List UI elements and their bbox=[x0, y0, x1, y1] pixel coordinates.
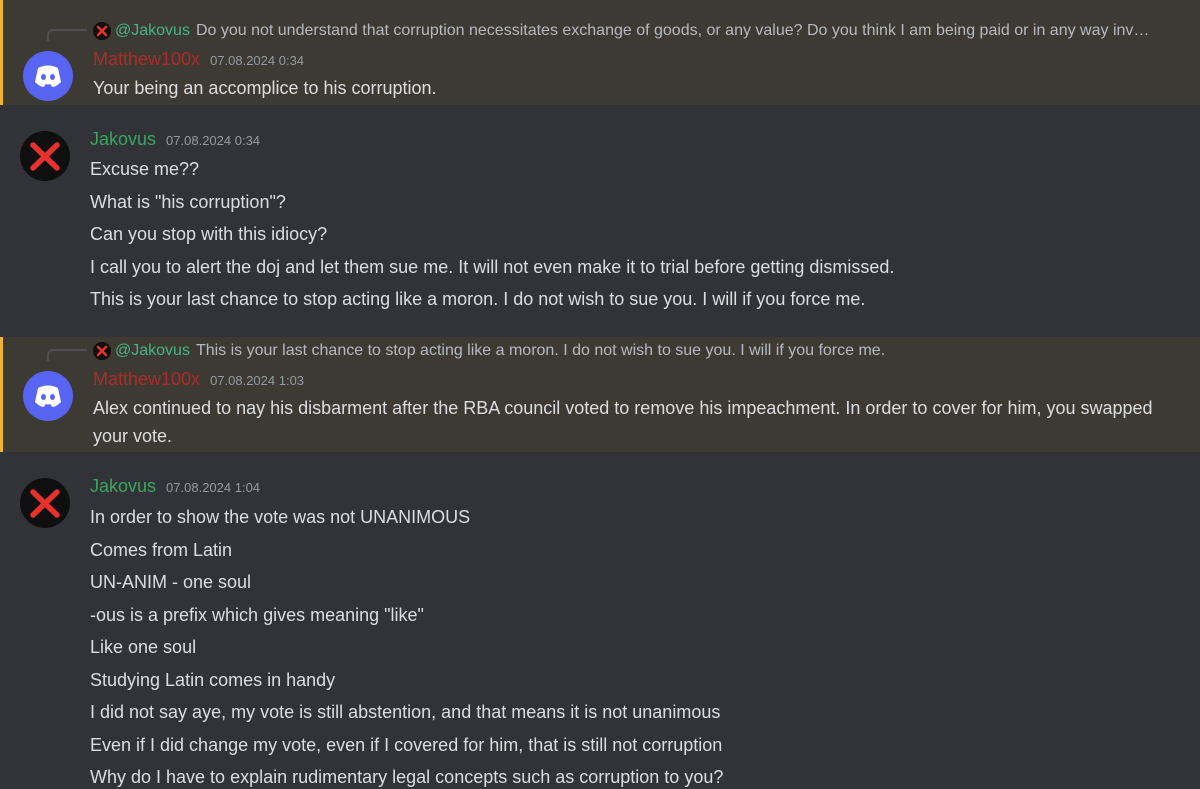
message-content: Your being an accomplice to his corrupti… bbox=[93, 72, 1160, 105]
message-text: Can you stop with this idiocy? bbox=[90, 224, 328, 244]
message-header: Matthew100x 07.08.2024 0:34 bbox=[93, 49, 304, 73]
avatar[interactable] bbox=[23, 51, 73, 101]
message-text: Why do I have to explain rudimentary leg… bbox=[90, 767, 724, 787]
message-group[interactable]: Jakovus 07.08.2024 0:34 Excuse me?? What… bbox=[0, 105, 1200, 337]
message-text: In order to show the vote was not UNANIM… bbox=[90, 507, 471, 527]
reply-text: This is your last chance to stop acting … bbox=[195, 342, 886, 359]
message-text: Your being an accomplice to his corrupti… bbox=[93, 78, 437, 98]
reply-author[interactable]: @Jakovus bbox=[115, 22, 190, 40]
reply-connector bbox=[47, 29, 87, 41]
message-text: What is "his corruption"? bbox=[90, 191, 286, 212]
username[interactable]: Matthew100x bbox=[93, 369, 200, 390]
message-group[interactable]: @Jakovus Do you not understand that corr… bbox=[0, 0, 1200, 105]
message-content: In order to show the vote was not UNANIM… bbox=[90, 501, 1160, 789]
message-group[interactable]: Jakovus 07.08.2024 1:04 In order to show… bbox=[0, 452, 1200, 789]
message-header: Matthew100x 07.08.2024 1:03 bbox=[93, 369, 304, 393]
message-text: This is your last chance to stop acting … bbox=[90, 289, 866, 309]
reply-connector bbox=[47, 349, 87, 361]
timestamp[interactable]: 07.08.2024 0:34 bbox=[166, 133, 260, 148]
red-x-icon bbox=[93, 342, 111, 360]
message-text: UN-ANIM - one soul bbox=[90, 572, 252, 592]
discord-logo-icon bbox=[35, 65, 61, 87]
red-x-icon bbox=[93, 22, 111, 40]
message-text: I call you to alert the doj and let them… bbox=[90, 256, 895, 277]
reply-reference[interactable]: @Jakovus Do you not understand that corr… bbox=[93, 21, 1150, 41]
timestamp[interactable]: 07.08.2024 0:34 bbox=[210, 53, 304, 68]
message-text: Comes from Latin bbox=[90, 539, 233, 560]
timestamp[interactable]: 07.08.2024 1:03 bbox=[210, 373, 304, 388]
message-text: I did not say aye, my vote is still abst… bbox=[90, 702, 721, 722]
username[interactable]: Jakovus bbox=[90, 129, 156, 150]
chat-message-list: @Jakovus Do you not understand that corr… bbox=[0, 0, 1200, 789]
red-x-icon bbox=[30, 142, 60, 171]
red-x-icon bbox=[30, 489, 60, 518]
message-text: Alex continued to nay his disbarment aft… bbox=[93, 398, 1153, 446]
message-content: Excuse me?? What is "his corruption"? Ca… bbox=[90, 153, 1160, 316]
avatar[interactable] bbox=[23, 371, 73, 421]
message-content: Alex continued to nay his disbarment aft… bbox=[93, 394, 1160, 450]
avatar[interactable] bbox=[20, 478, 70, 528]
message-text: Excuse me?? bbox=[90, 159, 200, 179]
reply-text: Do you not understand that corruption ne… bbox=[195, 22, 1150, 39]
message-group[interactable]: @Jakovus This is your last chance to sto… bbox=[0, 337, 1200, 452]
reply-reference[interactable]: @Jakovus This is your last chance to sto… bbox=[93, 341, 1150, 361]
username[interactable]: Matthew100x bbox=[93, 49, 200, 70]
message-text: -ous is a prefix which gives meaning "li… bbox=[90, 604, 424, 625]
message-text: Even if I did change my vote, even if I … bbox=[90, 734, 723, 755]
timestamp[interactable]: 07.08.2024 1:04 bbox=[166, 480, 260, 495]
message-text: Like one soul bbox=[90, 637, 197, 657]
message-header: Jakovus 07.08.2024 1:04 bbox=[90, 476, 260, 500]
message-header: Jakovus 07.08.2024 0:34 bbox=[90, 129, 260, 153]
message-text: Studying Latin comes in handy bbox=[90, 669, 336, 690]
avatar[interactable] bbox=[20, 131, 70, 181]
discord-logo-icon bbox=[35, 385, 61, 407]
reply-author[interactable]: @Jakovus bbox=[115, 342, 190, 360]
username[interactable]: Jakovus bbox=[90, 476, 156, 497]
